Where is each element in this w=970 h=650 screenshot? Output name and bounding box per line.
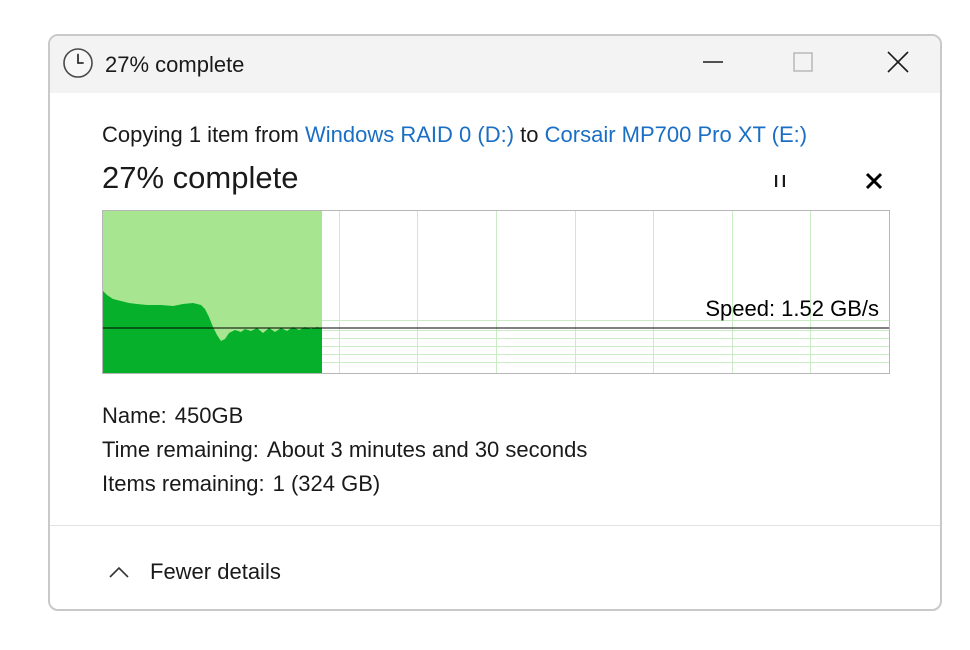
speed-label: Speed: 1.52 GB/s <box>705 296 879 321</box>
chevron-up-icon <box>108 562 134 582</box>
close-icon <box>886 50 910 79</box>
maximize-icon <box>792 51 814 78</box>
minimize-icon <box>702 51 724 78</box>
detail-name-row: Name: 450GB <box>102 399 587 433</box>
details-section: Name: 450GB Time remaining: About 3 minute… <box>102 399 587 501</box>
minimize-button[interactable] <box>683 36 743 93</box>
time-remaining-value: About 3 minutes and 30 seconds <box>266 437 588 462</box>
pause-button[interactable] <box>762 165 798 201</box>
maximize-button[interactable] <box>773 36 833 93</box>
source-link[interactable]: Windows RAID 0 (D:) <box>305 122 514 147</box>
detail-time-row: Time remaining: About 3 minutes and 30 se… <box>102 433 587 467</box>
title-bar: 27% complete <box>50 36 940 93</box>
cancel-copy-button[interactable] <box>856 165 892 201</box>
name-key: Name: <box>102 403 167 428</box>
copy-connector: to <box>520 122 539 147</box>
window-title: 27% complete <box>105 52 245 77</box>
footer-divider <box>50 525 940 526</box>
clock-icon <box>62 47 94 79</box>
copy-dialog-window: 27% complete Copying 1 item from Windows… <box>48 34 942 611</box>
fewer-details-toggle[interactable]: Fewer details <box>108 557 281 587</box>
fewer-details-label: Fewer details <box>150 559 281 584</box>
pause-icon <box>770 171 790 196</box>
detail-items-row: Items remaining: 1 (324 GB) <box>102 467 587 501</box>
copy-prefix: Copying 1 item from <box>102 122 299 147</box>
items-remaining-key: Items remaining: <box>102 471 265 496</box>
items-remaining-value: 1 (324 GB) <box>272 471 381 496</box>
transfer-speed-graph: Speed: 1.52 GB/s <box>102 210 890 374</box>
progress-heading: 27% complete <box>102 160 299 195</box>
destination-link[interactable]: Corsair MP700 Pro XT (E:) <box>545 122 807 147</box>
close-window-button[interactable] <box>868 36 928 93</box>
time-remaining-key: Time remaining: <box>102 437 259 462</box>
name-value: 450GB <box>174 403 244 428</box>
speed-graph-canvas <box>103 211 889 373</box>
cancel-icon <box>864 171 884 196</box>
copy-description: Copying 1 item from Windows RAID 0 (D:) … <box>102 121 807 149</box>
